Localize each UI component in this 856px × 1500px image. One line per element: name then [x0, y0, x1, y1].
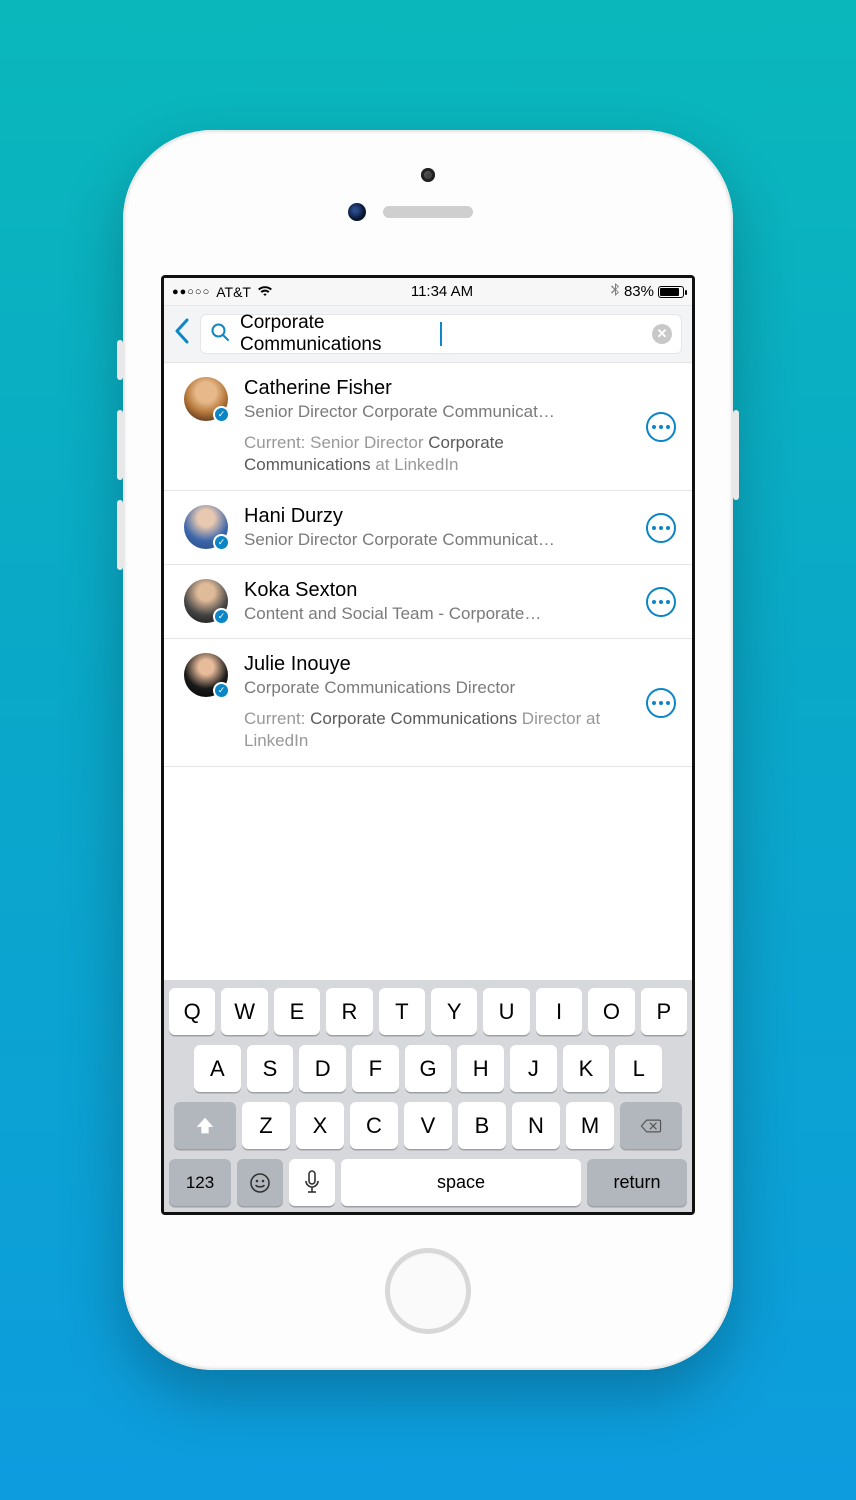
search-results[interactable]: ✓ Catherine Fisher Senior Director Corpo…: [164, 363, 692, 980]
keyboard-row-3: Z X C V B N M: [169, 1102, 687, 1149]
text-cursor: [440, 322, 442, 346]
battery-icon: [658, 286, 684, 298]
key-h[interactable]: H: [457, 1045, 504, 1092]
key-w[interactable]: W: [221, 988, 267, 1035]
key-c[interactable]: C: [350, 1102, 398, 1149]
key-u[interactable]: U: [483, 988, 529, 1035]
key-dictation[interactable]: [289, 1159, 335, 1206]
battery-percent: 83%: [624, 283, 654, 300]
avatar[interactable]: ✓: [184, 579, 228, 623]
search-header: Corporate Communications ✕: [164, 306, 692, 363]
key-f[interactable]: F: [352, 1045, 399, 1092]
result-title: Senior Director Corporate Communicat…: [244, 530, 632, 550]
result-row[interactable]: ✓ Hani Durzy Senior Director Corporate C…: [164, 491, 692, 565]
key-b[interactable]: B: [458, 1102, 506, 1149]
back-button[interactable]: [174, 318, 190, 350]
result-current: Current: Senior Director Corporate Commu…: [244, 432, 632, 476]
keyboard-row-4: 123 space return: [169, 1159, 687, 1206]
verified-badge-icon: ✓: [213, 406, 230, 423]
result-row[interactable]: ✓ Koka Sexton Content and Social Team - …: [164, 565, 692, 639]
key-emoji[interactable]: [237, 1159, 283, 1206]
earpiece-speaker: [383, 206, 473, 218]
keyboard: Q W E R T Y U I O P A S D F G H J K L: [164, 980, 692, 1212]
proximity-sensor: [348, 203, 366, 221]
key-p[interactable]: P: [641, 988, 687, 1035]
search-input[interactable]: Corporate Communications: [240, 312, 430, 356]
more-options-button[interactable]: [646, 688, 676, 718]
key-e[interactable]: E: [274, 988, 320, 1035]
key-j[interactable]: J: [510, 1045, 557, 1092]
key-r[interactable]: R: [326, 988, 372, 1035]
result-current: Current: Corporate Communications Direct…: [244, 708, 632, 752]
result-row[interactable]: ✓ Julie Inouye Corporate Communications …: [164, 639, 692, 767]
result-name: Hani Durzy: [244, 505, 632, 528]
key-shift[interactable]: [174, 1102, 236, 1149]
wifi-icon: [257, 284, 273, 300]
more-options-button[interactable]: [646, 587, 676, 617]
key-t[interactable]: T: [379, 988, 425, 1035]
key-m[interactable]: M: [566, 1102, 614, 1149]
key-s[interactable]: S: [247, 1045, 294, 1092]
screen: ●●○○○ AT&T 11:34 AM 83% Corporate Commun…: [161, 275, 695, 1215]
avatar[interactable]: ✓: [184, 505, 228, 549]
key-z[interactable]: Z: [242, 1102, 290, 1149]
result-title: Corporate Communications Director: [244, 678, 632, 698]
front-camera: [421, 168, 435, 182]
clear-search-button[interactable]: ✕: [652, 324, 672, 344]
carrier-label: AT&T: [216, 284, 251, 300]
search-box[interactable]: Corporate Communications ✕: [200, 314, 682, 354]
more-options-button[interactable]: [646, 513, 676, 543]
verified-badge-icon: ✓: [213, 534, 230, 551]
status-bar: ●●○○○ AT&T 11:34 AM 83%: [164, 278, 692, 306]
key-v[interactable]: V: [404, 1102, 452, 1149]
key-d[interactable]: D: [299, 1045, 346, 1092]
more-options-button[interactable]: [646, 412, 676, 442]
key-numbers[interactable]: 123: [169, 1159, 231, 1206]
bluetooth-icon: [611, 283, 620, 300]
key-o[interactable]: O: [588, 988, 634, 1035]
key-y[interactable]: Y: [431, 988, 477, 1035]
result-row[interactable]: ✓ Catherine Fisher Senior Director Corpo…: [164, 363, 692, 491]
verified-badge-icon: ✓: [213, 608, 230, 625]
result-title: Content and Social Team - Corporate…: [244, 604, 632, 624]
key-x[interactable]: X: [296, 1102, 344, 1149]
result-name: Koka Sexton: [244, 579, 632, 602]
keyboard-row-1: Q W E R T Y U I O P: [169, 988, 687, 1035]
signal-strength-icon: ●●○○○: [172, 286, 210, 298]
result-name: Catherine Fisher: [244, 377, 632, 400]
verified-badge-icon: ✓: [213, 682, 230, 699]
key-space[interactable]: space: [341, 1159, 581, 1206]
keyboard-row-2: A S D F G H J K L: [169, 1045, 687, 1092]
key-return[interactable]: return: [587, 1159, 687, 1206]
key-a[interactable]: A: [194, 1045, 241, 1092]
avatar[interactable]: ✓: [184, 653, 228, 697]
key-k[interactable]: K: [563, 1045, 610, 1092]
key-q[interactable]: Q: [169, 988, 215, 1035]
key-l[interactable]: L: [615, 1045, 662, 1092]
key-backspace[interactable]: [620, 1102, 682, 1149]
key-g[interactable]: G: [405, 1045, 452, 1092]
key-i[interactable]: I: [536, 988, 582, 1035]
home-button[interactable]: [385, 1248, 471, 1334]
result-title: Senior Director Corporate Communicat…: [244, 402, 632, 422]
result-name: Julie Inouye: [244, 653, 632, 676]
key-n[interactable]: N: [512, 1102, 560, 1149]
clock: 11:34 AM: [273, 283, 611, 300]
phone-frame: ●●○○○ AT&T 11:34 AM 83% Corporate Commun…: [123, 130, 733, 1370]
search-icon: [210, 322, 230, 347]
avatar[interactable]: ✓: [184, 377, 228, 421]
